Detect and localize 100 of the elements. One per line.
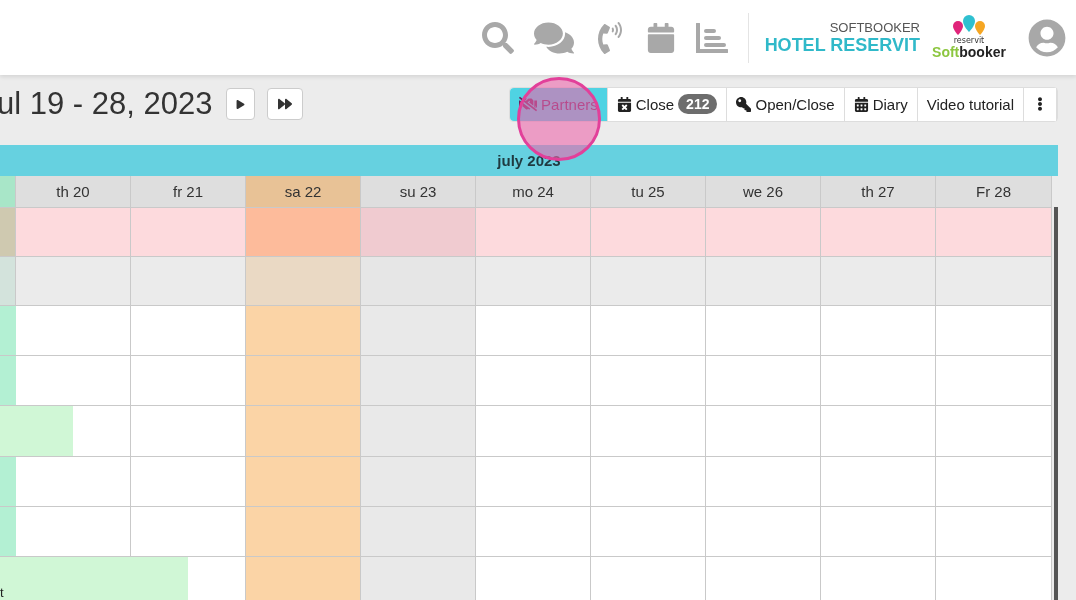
count-badge: 212	[678, 94, 718, 114]
calendar-cell[interactable]	[476, 556, 591, 600]
play-icon	[236, 99, 246, 109]
calendar-cell[interactable]	[476, 506, 591, 556]
calendar-cell[interactable]	[131, 207, 246, 256]
booking-bar[interactable]	[0, 506, 16, 556]
calendar-cell[interactable]	[131, 305, 246, 355]
day-header: th 27	[821, 176, 936, 207]
calendar-cell[interactable]	[131, 506, 246, 556]
logo-wordmark: Softbooker	[932, 45, 1006, 60]
brand-caption: SOFTBOOKER	[829, 19, 920, 35]
calendar-cell[interactable]	[16, 305, 131, 355]
calendar-cell[interactable]	[361, 207, 476, 256]
calendar-cell[interactable]	[16, 506, 131, 556]
calendar-cell[interactable]	[16, 207, 131, 256]
calendar-cell[interactable]	[706, 506, 821, 556]
calendar-cell[interactable]	[246, 305, 361, 355]
calendar-cell[interactable]	[246, 456, 361, 506]
calendar-cell[interactable]	[361, 256, 476, 305]
calendar-cell[interactable]	[706, 207, 821, 256]
calendar-cell[interactable]	[591, 207, 706, 256]
calendar-cell[interactable]	[246, 256, 361, 305]
calendar-cell[interactable]	[361, 305, 476, 355]
header-cell	[0, 176, 16, 207]
calendar-cell[interactable]	[476, 256, 591, 305]
calendar-cell[interactable]	[0, 207, 16, 256]
calendar-cell[interactable]	[706, 405, 821, 456]
calendar-cell[interactable]	[361, 405, 476, 456]
calendar-cell[interactable]	[476, 305, 591, 355]
calendar-cell[interactable]	[246, 355, 361, 405]
logo-tagline: reservit	[953, 37, 985, 45]
calendar-cell[interactable]	[936, 456, 1052, 506]
calendar-cell[interactable]	[476, 456, 591, 506]
search-icon[interactable]	[481, 21, 514, 54]
booking-bar[interactable]	[0, 405, 73, 456]
hotel-name: HOTEL RESERVIT	[764, 34, 920, 56]
calendar-cell[interactable]	[936, 256, 1052, 305]
calendar-cell[interactable]	[476, 405, 591, 456]
fast-forward-button[interactable]	[267, 88, 304, 120]
calendar-cell[interactable]	[131, 355, 246, 405]
calendar-cell[interactable]	[361, 556, 476, 600]
calendar-cell[interactable]	[591, 556, 706, 600]
calendar-cell[interactable]	[821, 355, 936, 405]
calendar-cell[interactable]	[246, 405, 361, 456]
fast-forward-icon	[278, 97, 293, 111]
calendar-cell[interactable]	[188, 556, 246, 600]
calendar-cell[interactable]	[476, 207, 591, 256]
calendar-cell[interactable]	[131, 456, 246, 506]
calendar-cell[interactable]	[821, 556, 936, 600]
calendar-cell[interactable]	[936, 305, 1052, 355]
day-header: we 26	[706, 176, 821, 207]
calendar-cell[interactable]	[821, 506, 936, 556]
calendar-cell[interactable]	[591, 456, 706, 506]
calendar-cell[interactable]	[821, 256, 936, 305]
calendar-cell[interactable]	[936, 405, 1052, 456]
calendar-cell[interactable]	[706, 256, 821, 305]
calendar-cell[interactable]	[246, 556, 361, 600]
calendar-cell[interactable]	[591, 405, 706, 456]
day-header: fr 21	[131, 176, 246, 207]
calendar-cell[interactable]	[706, 305, 821, 355]
booking-bar[interactable]: t	[0, 556, 188, 600]
booking-bar[interactable]	[0, 305, 16, 355]
calendar-x-icon	[616, 96, 632, 112]
calendar-cell[interactable]	[706, 355, 821, 405]
calendar-cell[interactable]	[73, 405, 131, 456]
next-button[interactable]	[226, 88, 256, 120]
calendar-cell[interactable]	[936, 556, 1052, 600]
calendar-cell[interactable]	[591, 355, 706, 405]
calendar-cell[interactable]	[16, 456, 131, 506]
calendar-cell[interactable]	[0, 256, 16, 305]
calendar-cell[interactable]	[246, 506, 361, 556]
list-chart-icon[interactable]	[695, 22, 728, 53]
calendar-cell[interactable]	[131, 405, 246, 456]
booking-bar[interactable]	[0, 355, 16, 405]
calendar-cell[interactable]	[361, 456, 476, 506]
calendar-cell[interactable]	[821, 456, 936, 506]
calendar-cell[interactable]	[706, 456, 821, 506]
calendar-cell[interactable]	[361, 355, 476, 405]
calendar-cell[interactable]	[591, 305, 706, 355]
calendar-cell[interactable]	[476, 355, 591, 405]
calendar-cell[interactable]	[936, 506, 1052, 556]
calendar-cell[interactable]	[131, 256, 246, 305]
booking-bar[interactable]	[0, 456, 16, 506]
calendar-cell[interactable]	[821, 405, 936, 456]
day-header: tu 25	[591, 176, 706, 207]
calendar-icon[interactable]	[645, 22, 676, 53]
calendar-cell[interactable]	[821, 207, 936, 256]
handshake-slash-icon	[519, 95, 538, 113]
calendar-cell[interactable]	[936, 355, 1052, 405]
calendar-cell[interactable]	[821, 305, 936, 355]
calendar-cell[interactable]	[591, 506, 706, 556]
calendar-cell[interactable]	[361, 506, 476, 556]
calendar-cell[interactable]	[16, 355, 131, 405]
calendar-icon	[853, 96, 869, 112]
calendar-cell[interactable]	[706, 556, 821, 600]
calendar-cell[interactable]	[246, 207, 361, 256]
calendar-cell[interactable]	[591, 256, 706, 305]
calendar-cell[interactable]	[936, 207, 1052, 256]
calendar-cell[interactable]	[16, 256, 131, 305]
avatar-icon[interactable]	[1028, 18, 1066, 57]
